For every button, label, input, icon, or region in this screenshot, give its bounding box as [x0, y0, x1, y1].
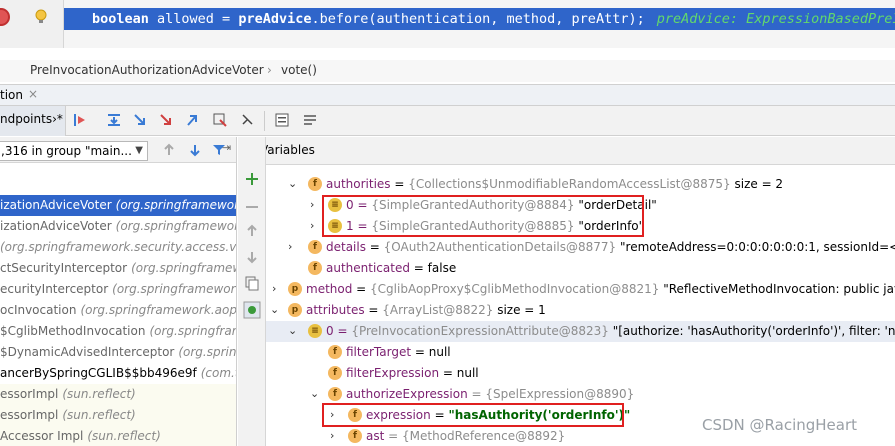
toolbar-divider: [264, 111, 265, 131]
editor-gutter[interactable]: [0, 0, 64, 48]
breadcrumb: PreInvocationAuthorizationAdviceVoter › …: [0, 60, 895, 82]
variable-row-selected[interactable]: ⌄ ≡ 0 = {PreInvocationExpressionAttribut…: [266, 321, 895, 342]
variable-row[interactable]: ⌄ p attributes = {ArrayList@8822} size =…: [266, 300, 895, 321]
field-icon: f: [348, 429, 362, 443]
variable-row[interactable]: › ≡ 1 = {SimpleGrantedAuthority@8885} "o…: [266, 216, 895, 237]
watermark: CSDN @RacingHeart: [702, 416, 858, 434]
debug-tab-title[interactable]: tion: [0, 88, 23, 102]
parameter-icon: p: [288, 282, 302, 296]
thread-selector[interactable]: ,316 in group "main... ▼: [0, 141, 148, 161]
variable-row[interactable]: f filterExpression = null: [266, 363, 895, 384]
endpoints-tab-label: ndpoints: [0, 112, 53, 126]
variable-row[interactable]: f filterTarget = null: [266, 342, 895, 363]
variable-row[interactable]: ⌄ f authorities = {Collections$Unmodifia…: [266, 174, 895, 195]
variable-row[interactable]: › f details = {OAuth2AuthenticationDetai…: [266, 237, 895, 258]
code-call: .before(authentication, method, preAttr)…: [311, 11, 645, 27]
chevron-down-icon[interactable]: ⌄: [270, 303, 279, 316]
list-element-icon: ≡: [328, 198, 342, 212]
list-element-icon: ≡: [328, 219, 342, 233]
frame-item[interactable]: ctSecurityInterceptor (org.springframew: [0, 258, 236, 279]
chevron-right-icon[interactable]: ›: [272, 282, 276, 295]
frames-panel: ,316 in group "main... ▼ ⇥ izationAdvice…: [0, 137, 237, 446]
variable-row[interactable]: ⌄ f authorizeExpression = {SpelExpressio…: [266, 384, 895, 405]
variable-row[interactable]: f authenticated = false: [266, 258, 895, 279]
field-icon: f: [308, 240, 322, 254]
code-assignment: allowed =: [148, 11, 239, 27]
code-statement: boolean allowed = preAdvice.before(authe…: [92, 11, 895, 27]
chevron-down-icon[interactable]: ⌄: [288, 177, 297, 190]
code-keyword: boolean: [92, 11, 149, 27]
frame-item[interactable]: ancerBySpringCGLIB$$bb496e9f(com.tac: [0, 363, 236, 384]
arrow-up-icon[interactable]: [162, 143, 176, 157]
variables-panel: Variables ⌄ f authorities = {Collections…: [266, 137, 895, 446]
chevron-right-icon[interactable]: ›: [288, 240, 292, 253]
endpoints-tab[interactable]: ndpoints›*: [0, 106, 66, 136]
field-icon: f: [328, 387, 342, 401]
show-execution-point-icon[interactable]: [72, 112, 88, 128]
trace-stream-icon[interactable]: [302, 112, 318, 128]
debug-toolbar: ndpoints›*: [0, 106, 895, 136]
frame-item[interactable]: essorImpl (sun.reflect): [0, 405, 236, 426]
breadcrumb-method[interactable]: vote(): [281, 63, 317, 77]
chevron-down-icon[interactable]: ⌄: [288, 324, 297, 337]
breadcrumb-class[interactable]: PreInvocationAuthorizationAdviceVoter: [30, 63, 264, 77]
frame-item[interactable]: Accessor Impl (sun.reflect): [0, 426, 236, 446]
arrow-down-icon[interactable]: [188, 143, 202, 157]
chevron-right-icon[interactable]: ›: [330, 429, 334, 442]
parameter-icon: p: [288, 303, 302, 317]
show-types-icon[interactable]: [243, 301, 261, 319]
chevron-right-icon[interactable]: ›: [330, 408, 334, 421]
move-up-icon[interactable]: [244, 223, 260, 239]
variable-row[interactable]: › ≡ 0 = {SimpleGrantedAuthority@8884} "o…: [266, 195, 895, 216]
list-element-icon: ≡: [308, 324, 322, 338]
frame-item[interactable]: ocInvocation (org.springframework.aop.fr: [0, 300, 236, 321]
field-icon: f: [308, 177, 322, 191]
frame-item[interactable]: essorImpl (sun.reflect): [0, 384, 236, 405]
debug-panel-title-bar: tion ×: [0, 84, 895, 106]
move-down-icon[interactable]: [244, 249, 260, 265]
editor-current-line: boolean allowed = preAdvice.before(authe…: [0, 0, 895, 48]
code-object: preAdvice: [238, 11, 312, 27]
run-to-cursor-icon[interactable]: [240, 112, 256, 128]
variable-row[interactable]: › p method = {CglibAopProxy$CglibMethodI…: [266, 279, 895, 300]
close-icon[interactable]: ×: [28, 87, 38, 101]
frame-item[interactable]: ecurityInterceptor(org.springframework.s…: [0, 279, 236, 300]
pin-icon[interactable]: ⇥: [222, 141, 231, 154]
frame-item[interactable]: (org.springframework.security.access.vot…: [0, 237, 236, 258]
variables-header: Variables: [266, 137, 895, 165]
lightbulb-icon[interactable]: [34, 9, 48, 25]
step-into-icon[interactable]: [132, 112, 148, 128]
chevron-right-icon[interactable]: ›: [310, 219, 314, 232]
frames-header: ,316 in group "main... ▼ ⇥: [0, 137, 236, 163]
endpoints-tab-suffix: ›*: [52, 112, 63, 126]
drop-frame-icon[interactable]: [212, 112, 228, 128]
field-icon: f: [308, 261, 322, 275]
add-watch-icon[interactable]: [244, 171, 260, 187]
force-step-into-icon[interactable]: [158, 112, 174, 128]
frame-item[interactable]: $CglibMethodInvocation(org.springframew: [0, 321, 236, 342]
chevron-down-icon: ▼: [135, 145, 143, 156]
frame-item[interactable]: izationAdviceVoter (org.springframework: [0, 195, 236, 216]
variables-side-toolbar: [238, 137, 266, 446]
step-out-icon[interactable]: [184, 112, 200, 128]
frame-item[interactable]: $DynamicAdvisedInterceptor(org.spring: [0, 342, 236, 363]
step-over-icon[interactable]: [106, 112, 122, 128]
field-icon: f: [328, 345, 342, 359]
variables-title: Variables: [266, 143, 315, 157]
remove-watch-icon[interactable]: [244, 199, 260, 215]
breadcrumb-separator: ›: [267, 63, 272, 77]
field-icon: f: [328, 366, 342, 380]
thread-selector-value: ,316 in group "main...: [1, 144, 132, 158]
chevron-right-icon[interactable]: ›: [310, 198, 314, 211]
field-icon: f: [348, 408, 362, 422]
copy-icon[interactable]: [244, 275, 260, 291]
inline-value-hint: preAdvice: ExpressionBasedPreInv: [656, 11, 895, 27]
breakpoint-icon[interactable]: [0, 8, 10, 26]
frame-item[interactable]: izationAdviceVoter (org.springframework: [0, 216, 236, 237]
evaluate-expression-icon[interactable]: [274, 112, 290, 128]
chevron-down-icon[interactable]: ⌄: [310, 387, 319, 400]
